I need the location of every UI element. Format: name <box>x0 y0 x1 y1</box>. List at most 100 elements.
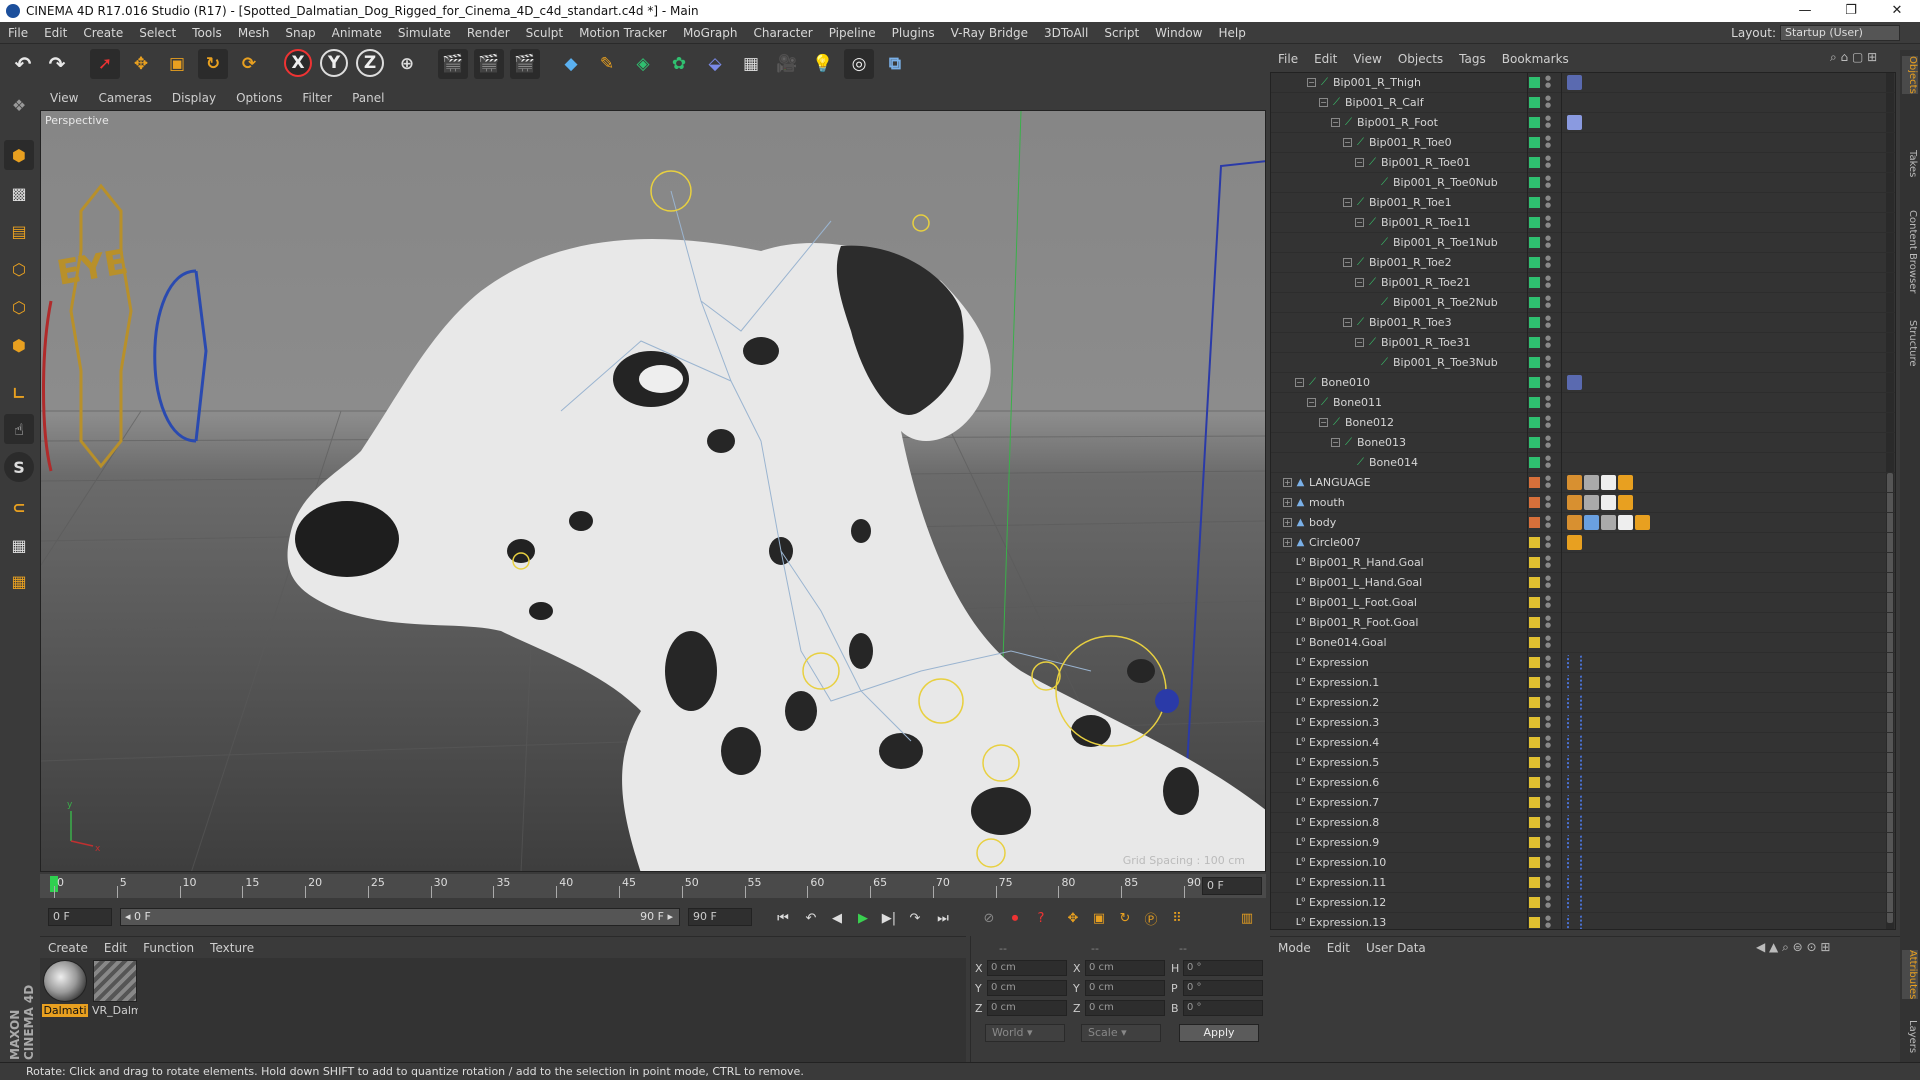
expand-toggle-icon[interactable]: − <box>1319 98 1328 107</box>
viewport-menu-view[interactable]: View <box>40 91 88 105</box>
side-tab-layers[interactable]: Layers <box>1902 1020 1918 1053</box>
planar-workplane-icon[interactable]: ▦ <box>4 566 34 596</box>
visibility-dots-icon[interactable]: ● ● <box>1545 375 1551 389</box>
menu-snap[interactable]: Snap <box>277 26 323 40</box>
visibility-dots-icon[interactable]: ● ● <box>1545 855 1551 869</box>
expand-toggle-icon[interactable]: + <box>1283 478 1292 487</box>
object-row[interactable]: L⁰ Expression.6 ● ● <box>1271 773 1895 793</box>
xpresso-tag-icon[interactable] <box>1567 715 1582 730</box>
xpresso-tag-icon[interactable] <box>1567 735 1582 750</box>
object-row[interactable]: − ⟋ Bip001_R_Calf ● ● <box>1271 93 1895 113</box>
object-row[interactable]: L⁰ Expression.2 ● ● <box>1271 693 1895 713</box>
expand-toggle-icon[interactable]: + <box>1283 518 1292 527</box>
eye-controller[interactable]: EYE <box>42 183 208 472</box>
visibility-dots-icon[interactable]: ● ● <box>1545 515 1551 529</box>
display-tag-icon[interactable] <box>1567 535 1582 550</box>
ik-tag-icon[interactable] <box>1567 375 1582 390</box>
visibility-dots-icon[interactable]: ● ● <box>1545 415 1551 429</box>
expand-toggle-icon[interactable]: − <box>1343 318 1352 327</box>
menu-sculpt[interactable]: Sculpt <box>518 26 571 40</box>
material-menu-edit[interactable]: Edit <box>96 941 135 955</box>
menu-motion-tracker[interactable]: Motion Tracker <box>571 26 675 40</box>
display-tag-icon[interactable] <box>1618 495 1633 510</box>
texture-tag-icon[interactable] <box>1601 495 1616 510</box>
timeline-window-icon[interactable]: ▥ <box>1236 907 1258 929</box>
layer-color-swatch[interactable] <box>1529 797 1540 808</box>
model-mode-icon[interactable]: ⬢ <box>4 140 34 170</box>
coord-value-field[interactable]: 0 cm <box>1085 1000 1165 1016</box>
menu-select[interactable]: Select <box>131 26 184 40</box>
render-settings-icon[interactable]: 🎬 <box>510 49 540 79</box>
xpresso-tag-icon[interactable] <box>1567 815 1582 830</box>
expand-toggle-icon[interactable]: − <box>1319 418 1328 427</box>
menu-tools[interactable]: Tools <box>184 26 230 40</box>
coordinate-system-icon[interactable]: ⊕ <box>392 49 422 79</box>
menu-mograph[interactable]: MoGraph <box>675 26 746 40</box>
object-menu-view[interactable]: View <box>1345 52 1389 66</box>
layer-color-swatch[interactable] <box>1529 837 1540 848</box>
next-frame-icon[interactable]: ▶| <box>878 907 900 929</box>
key-pla-icon[interactable]: ⠿ <box>1166 907 1188 929</box>
texture-mode-icon[interactable]: ▩ <box>4 178 34 208</box>
layer-color-swatch[interactable] <box>1529 157 1540 168</box>
visibility-dots-icon[interactable]: ● ● <box>1545 795 1551 809</box>
light-icon[interactable]: 💡 <box>808 49 838 79</box>
key-scale-icon[interactable]: ▣ <box>1088 907 1110 929</box>
visibility-dots-icon[interactable]: ● ● <box>1545 775 1551 789</box>
render-view-icon[interactable]: 🎬 <box>438 49 468 79</box>
visibility-dots-icon[interactable]: ● ● <box>1545 815 1551 829</box>
key-rotation-icon[interactable]: ↻ <box>1114 907 1136 929</box>
previous-frame-icon[interactable]: ◀ <box>826 907 848 929</box>
live-selection-icon[interactable]: ➚ <box>90 49 120 79</box>
layer-color-swatch[interactable] <box>1529 597 1540 608</box>
object-row[interactable]: − ⟋ Bip001_R_Toe3 ● ● <box>1271 313 1895 333</box>
ik-tag-icon[interactable] <box>1567 115 1582 130</box>
object-menu-objects[interactable]: Objects <box>1390 52 1451 66</box>
object-row[interactable]: L⁰ Expression.1 ● ● <box>1271 673 1895 693</box>
object-row[interactable]: − ⟋ Bone013 ● ● <box>1271 433 1895 453</box>
weight-tag-icon[interactable] <box>1567 495 1582 510</box>
xpresso-tag-icon[interactable] <box>1567 675 1582 690</box>
layer-color-swatch[interactable] <box>1529 637 1540 648</box>
camera-icon[interactable]: 🎥 <box>772 49 802 79</box>
coordinate-space-dropdown[interactable]: World ▾ <box>985 1024 1065 1042</box>
vertex-map-tag-icon[interactable] <box>1584 515 1599 530</box>
y-axis-lock-button[interactable]: Y <box>320 49 348 77</box>
expand-toggle-icon[interactable]: − <box>1355 218 1364 227</box>
viewport-menu-options[interactable]: Options <box>226 91 292 105</box>
expand-toggle-icon[interactable]: − <box>1343 258 1352 267</box>
visibility-dots-icon[interactable]: ● ● <box>1545 175 1551 189</box>
object-row[interactable]: − ⟋ Bip001_R_Toe21 ● ● <box>1271 273 1895 293</box>
blue-controller[interactable] <box>1155 689 1179 713</box>
pen-spline-icon[interactable]: ✎ <box>592 49 622 79</box>
apply-button[interactable]: Apply <box>1179 1024 1259 1042</box>
expand-toggle-icon[interactable]: − <box>1355 278 1364 287</box>
coord-value-field[interactable]: 0 ° <box>1183 1000 1263 1016</box>
coord-value-field[interactable]: 0 cm <box>987 1000 1067 1016</box>
coord-value-field[interactable]: 0 cm <box>987 980 1067 996</box>
go-to-start-icon[interactable]: ⏮ <box>772 907 794 929</box>
timeline-ruler[interactable]: 0 5 10 15 20 25 30 35 40 45 50 55 60 65 70 75 80 85 90 0 F <box>40 874 1266 898</box>
coord-value-field[interactable]: 0 cm <box>987 960 1067 976</box>
object-row[interactable]: L⁰ Bone014.Goal ● ● <box>1271 633 1895 653</box>
expand-toggle-icon[interactable]: + <box>1283 538 1292 547</box>
xpresso-tag-icon[interactable] <box>1567 755 1582 770</box>
menu-mesh[interactable]: Mesh <box>230 26 278 40</box>
minimize-button[interactable]: — <box>1782 0 1828 22</box>
weight-tag-icon[interactable] <box>1567 475 1582 490</box>
xpresso-tag-icon[interactable] <box>1567 795 1582 810</box>
object-row[interactable]: − ⟋ Bip001_R_Toe1 ● ● <box>1271 193 1895 213</box>
object-row[interactable]: ⟋ Bip001_R_Toe1Nub ● ● <box>1271 233 1895 253</box>
xpresso-tag-icon[interactable] <box>1567 855 1582 870</box>
vray-icon[interactable]: ◎ <box>844 49 874 79</box>
undo-icon[interactable]: ↶ <box>8 49 38 79</box>
visibility-dots-icon[interactable]: ● ● <box>1545 655 1551 669</box>
object-row[interactable]: L⁰ Expression.7 ● ● <box>1271 793 1895 813</box>
visibility-dots-icon[interactable]: ● ● <box>1545 295 1551 309</box>
material-vr-dalmatian[interactable]: VR_Dalm <box>92 960 138 1017</box>
layer-color-swatch[interactable] <box>1529 457 1540 468</box>
skin-tag-icon[interactable] <box>1584 475 1599 490</box>
visibility-dots-icon[interactable]: ● ● <box>1545 195 1551 209</box>
visibility-dots-icon[interactable]: ● ● <box>1545 675 1551 689</box>
visibility-dots-icon[interactable]: ● ● <box>1545 595 1551 609</box>
